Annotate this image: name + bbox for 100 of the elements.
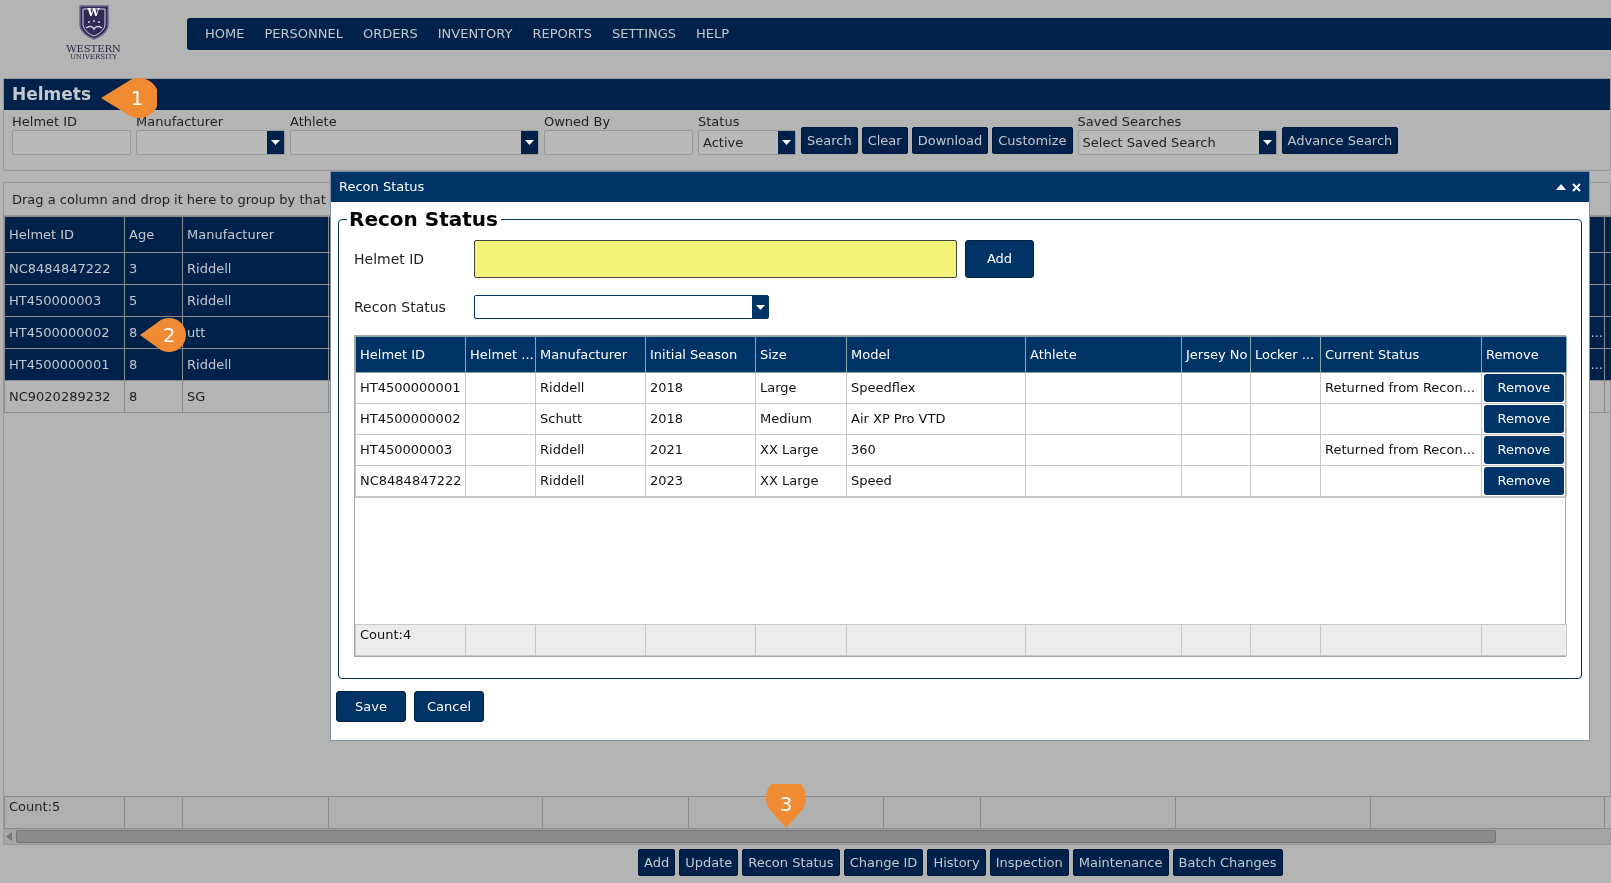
button[interactable]: Clear: [861, 127, 908, 154]
column-header[interactable]: Helmet ID: [355, 336, 466, 373]
dropdown-button[interactable]: [752, 296, 768, 318]
column-header[interactable]: Helmet ...: [465, 336, 536, 373]
nav-link[interactable]: HOME: [195, 24, 255, 44]
select-field[interactable]: [474, 295, 769, 319]
nav-link[interactable]: ORDERS: [352, 24, 428, 44]
column-header[interactable]: Model: [846, 336, 1026, 373]
select-value: Select Saved Search: [1081, 134, 1217, 152]
table-cell: XX Large: [755, 434, 847, 466]
column-header[interactable]: Manufacturer: [535, 336, 646, 373]
table-cell: 2021: [645, 434, 756, 466]
select-field[interactable]: [290, 130, 539, 155]
button[interactable]: Search: [801, 127, 858, 154]
button[interactable]: Maintenance: [1072, 849, 1169, 876]
caret-icon: [782, 140, 791, 145]
nav-link[interactable]: INVENTORY: [427, 24, 523, 44]
callout-number: 2: [161, 322, 177, 349]
field-label: Helmet ID: [12, 115, 79, 130]
collapse-icon[interactable]: [1556, 183, 1566, 191]
nav-link[interactable]: SETTINGS: [602, 24, 687, 44]
table-cell: Riddell: [187, 292, 232, 308]
input-field[interactable]: [544, 130, 693, 155]
table-cell: Air XP Pro VTD: [846, 403, 1026, 435]
field-label: Helmet ID: [354, 249, 426, 269]
add-button[interactable]: Add: [965, 240, 1034, 278]
column-header[interactable]: Helmet ID: [4, 216, 125, 253]
table-cell: Riddell: [535, 465, 646, 497]
table-cell: Riddell: [187, 260, 232, 276]
logo-text: WESTERN: [66, 44, 121, 54]
column-header[interactable]: Jersey No: [1181, 336, 1251, 373]
table-cell: HT4500000001: [355, 372, 466, 404]
table-cell: HT450000003: [355, 434, 466, 466]
button[interactable]: Cancel: [414, 691, 484, 722]
button[interactable]: Download: [911, 127, 989, 154]
column-header[interactable]: Remove: [1481, 336, 1567, 373]
column-header[interactable]: Initial Season: [645, 336, 756, 373]
button[interactable]: Change ID: [843, 849, 924, 876]
callout-number: 1: [129, 85, 145, 112]
column-header[interactable]: Locker ...: [1250, 336, 1321, 373]
table-cell: NC9020289232: [9, 388, 111, 404]
table-cell: Speedflex: [846, 372, 1026, 404]
column-header[interactable]: Current Status: [1320, 336, 1482, 373]
button[interactable]: Inspection: [989, 849, 1069, 876]
button[interactable]: Update: [679, 849, 739, 876]
select-field[interactable]: Active: [698, 130, 796, 155]
table-cell: 2018: [645, 372, 756, 404]
button[interactable]: Recon Status: [742, 849, 840, 876]
row-count: Count:4: [355, 624, 466, 656]
input-field[interactable]: [474, 240, 957, 278]
remove-button[interactable]: Remove: [1484, 374, 1564, 402]
field-label: Status: [698, 115, 741, 130]
remove-button[interactable]: Remove: [1484, 405, 1564, 433]
close-icon[interactable]: [1572, 182, 1581, 192]
button[interactable]: Batch Changes: [1172, 849, 1283, 876]
button[interactable]: Save: [336, 691, 406, 722]
select-field[interactable]: [136, 130, 285, 155]
button[interactable]: History: [927, 849, 986, 876]
table-cell: 3: [129, 260, 138, 276]
table-cell: Large: [755, 372, 847, 404]
table-cell: Returned from Recon...: [1320, 372, 1482, 404]
table-cell: NC8484847222: [9, 260, 111, 276]
caret-icon: [525, 140, 534, 145]
input-field[interactable]: [12, 130, 131, 155]
nav-link[interactable]: HELP: [686, 24, 740, 44]
table-cell: 8: [129, 356, 138, 372]
dropdown-button[interactable]: [1258, 131, 1276, 154]
table-cell: SG: [187, 388, 206, 404]
button[interactable]: Customize: [992, 127, 1073, 154]
table-cell: HT4500000002: [355, 403, 466, 435]
caret-icon: [271, 140, 280, 145]
table-cell: Returned from Recon...: [1320, 434, 1482, 466]
scrollbar-thumb[interactable]: [16, 830, 1496, 843]
table-cell: HT4500000001: [9, 356, 110, 372]
scroll-left-icon: [6, 832, 12, 841]
select-value: Active: [702, 134, 745, 152]
column-header[interactable]: Athlete: [1025, 336, 1182, 373]
remove-button[interactable]: Remove: [1484, 436, 1564, 464]
scrollbar[interactable]: [4, 829, 1610, 844]
caret-icon: [755, 304, 765, 310]
table-cell: Speed: [846, 465, 1026, 497]
dropdown-button[interactable]: [778, 131, 795, 154]
table-cell: HT450000003: [9, 292, 102, 308]
dropdown-button[interactable]: [521, 131, 538, 154]
table-cell: 2018: [645, 403, 756, 435]
column-header[interactable]: Size: [755, 336, 847, 373]
button[interactable]: Add: [638, 849, 676, 876]
nav-link[interactable]: REPORTS: [522, 24, 603, 44]
shield-icon: [77, 4, 110, 40]
column-header[interactable]: Age: [124, 216, 183, 253]
advance-search-button[interactable]: Advance Search: [1281, 127, 1399, 154]
column-header[interactable]: Manufacturer: [182, 216, 329, 253]
select-field[interactable]: Select Saved Search: [1077, 130, 1277, 155]
table-cell: 8: [129, 324, 138, 340]
dropdown-button[interactable]: [267, 131, 284, 154]
table-cell: XX Large: [755, 465, 847, 497]
remove-button[interactable]: Remove: [1484, 467, 1564, 495]
field-label: Athlete: [290, 115, 338, 130]
table-cell: utt: [187, 324, 206, 340]
nav-link[interactable]: PERSONNEL: [254, 24, 353, 44]
